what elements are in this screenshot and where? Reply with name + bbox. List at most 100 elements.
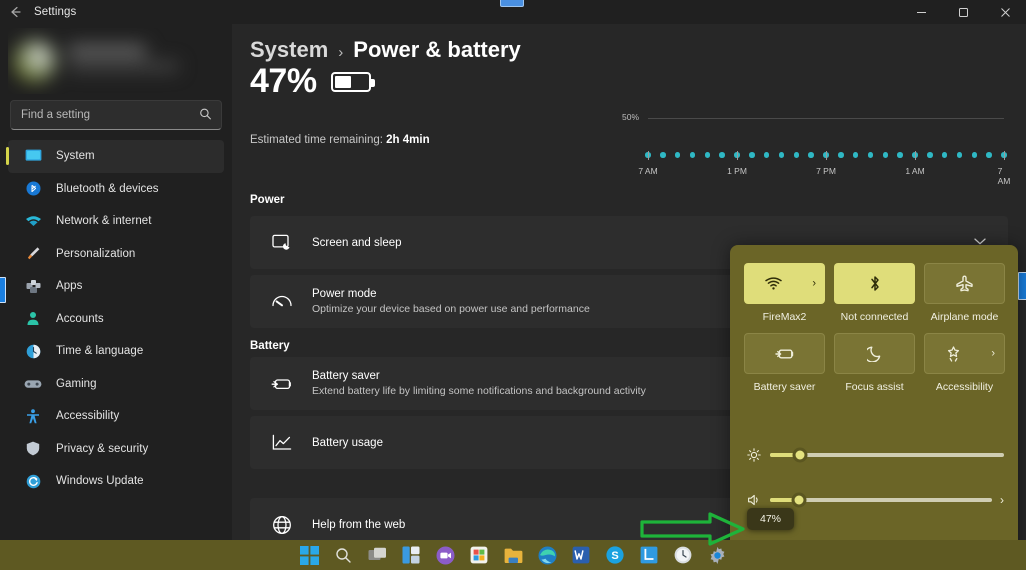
breadcrumb-separator-icon: › (338, 44, 343, 61)
chart-axis-tick (648, 151, 649, 160)
widgets-icon[interactable] (400, 544, 422, 566)
chart-data-point (927, 152, 933, 158)
minimize-button[interactable] (900, 0, 942, 24)
breadcrumb-root[interactable]: System (250, 37, 328, 63)
quick-settings-tile-accessibility[interactable]: › (924, 333, 1005, 374)
close-button[interactable] (984, 0, 1026, 24)
breadcrumb: System › Power & battery (250, 37, 529, 63)
brightness-icon (744, 448, 764, 462)
search-icon[interactable] (332, 544, 354, 566)
globe-icon (270, 513, 294, 537)
maximize-button[interactable] (942, 0, 984, 24)
back-arrow-icon[interactable] (0, 0, 30, 24)
chart-x-tick-label: 7 PM (816, 166, 836, 176)
quick-settings-tile-label: Accessibility (936, 381, 993, 393)
brightness-slider-thumb[interactable] (793, 448, 808, 463)
chart-gridline (648, 118, 1004, 119)
estimated-time-value: 2h 4min (386, 134, 429, 146)
sidebar-item-apps[interactable]: Apps (8, 270, 224, 303)
microsoft-store-icon[interactable] (468, 544, 490, 566)
sidebar-item-personalization[interactable]: Personalization (8, 238, 224, 271)
lenovo-icon[interactable] (638, 544, 660, 566)
quick-settings-tile-label: Focus assist (845, 381, 903, 393)
quick-settings-tile-label: Airplane mode (931, 311, 999, 323)
page-title: Power & battery (353, 37, 521, 63)
sidebar-item-label: Time & language (56, 345, 143, 357)
skype-icon[interactable]: S (604, 544, 626, 566)
sidebar-item-accessibility[interactable]: Accessibility (8, 400, 224, 433)
task-view-icon[interactable] (366, 544, 388, 566)
sidebar-item-label: Windows Update (56, 475, 144, 487)
quick-settings-tile-firemax2[interactable]: › (744, 263, 825, 304)
sidebar-item-time-language[interactable]: Time & language (8, 335, 224, 368)
quick-settings-tile-cell: Airplane mode (924, 263, 1005, 323)
card-subtitle: Optimize your device based on power use … (312, 303, 590, 315)
start-windows-icon[interactable] (298, 544, 320, 566)
bluetooth-icon (869, 275, 881, 292)
sidebar-item-accounts[interactable]: Accounts (8, 303, 224, 336)
gauge-icon (270, 290, 294, 314)
taskbar-icon-list: S (298, 544, 728, 566)
section-title-power: Power (250, 194, 285, 206)
sidebar-item-gaming[interactable]: Gaming (8, 368, 224, 401)
microsoft-edge-icon[interactable] (536, 544, 558, 566)
estimated-time-remaining: Estimated time remaining: 2h 4min (250, 134, 430, 146)
sidebar-item-label: Network & internet (56, 215, 152, 227)
quick-settings-tile-label: Not connected (841, 311, 909, 323)
chart-x-tick-label: 1 PM (727, 166, 747, 176)
chart-data-point (749, 152, 755, 158)
chart-data-point (942, 152, 948, 158)
chart-axis-tick (737, 151, 738, 160)
tile-expand-chevron-icon[interactable]: › (991, 348, 995, 359)
quick-settings-tile-battery-saver[interactable] (744, 333, 825, 374)
chart-data-point (808, 152, 814, 158)
chart-gridline-label: 50% (622, 112, 639, 122)
chart-data-point (675, 152, 681, 158)
battery-percentage-value: 47% (250, 62, 317, 101)
tile-expand-chevron-icon[interactable]: › (812, 278, 816, 289)
clock-app-icon[interactable] (672, 544, 694, 566)
svg-text:S: S (611, 550, 618, 562)
sidebar-item-privacy-security[interactable]: Privacy & security (8, 433, 224, 466)
chart-axis-tick (826, 151, 827, 160)
file-explorer-icon[interactable] (502, 544, 524, 566)
chart-data-point (705, 152, 711, 158)
shield-icon (22, 440, 44, 458)
quick-settings-tile-airplane-mode[interactable] (924, 263, 1005, 304)
card-texts: Battery saver Extend battery life by lim… (312, 370, 646, 397)
sidebar-item-system[interactable]: System (8, 140, 224, 173)
search-icon (199, 108, 212, 123)
sidebar-item-windows-update[interactable]: Windows Update (8, 465, 224, 498)
quick-settings-tile-not-connected[interactable] (834, 263, 915, 304)
card-texts: Battery usage (312, 437, 383, 449)
search-box[interactable] (10, 100, 222, 130)
right-edge-indicator (1018, 272, 1026, 300)
battery-icon (331, 72, 371, 92)
section-title-battery: Battery (250, 340, 290, 352)
sidebar-item-label: Accounts (56, 313, 104, 325)
brightness-slider[interactable] (770, 453, 1004, 457)
sidebar-item-network-internet[interactable]: Network & internet (8, 205, 224, 238)
chat-teams-icon[interactable] (434, 544, 456, 566)
volume-slider[interactable] (770, 498, 992, 502)
left-edge-indicator (0, 277, 6, 303)
chart-line-icon (270, 431, 294, 455)
word-icon[interactable] (570, 544, 592, 566)
sidebar-item-bluetooth-devices[interactable]: Bluetooth & devices (8, 173, 224, 206)
chart-data-point (764, 152, 770, 158)
card-title: Help from the web (312, 519, 405, 531)
chart-axis-tick (915, 151, 916, 160)
user-profile-blurred[interactable] (8, 28, 224, 94)
card-texts: Help from the web (312, 519, 405, 531)
volume-expand-chevron-icon[interactable]: › (1000, 494, 1004, 506)
volume-slider-thumb[interactable] (791, 493, 806, 508)
apps-icon (22, 277, 44, 295)
quick-settings-tile-focus-assist[interactable] (834, 333, 915, 374)
search-input[interactable] (11, 109, 221, 121)
settings-gear-icon[interactable] (706, 544, 728, 566)
card-title: Screen and sleep (312, 237, 402, 249)
display-icon (22, 147, 44, 165)
quick-settings-tile-label: FireMax2 (763, 311, 807, 323)
sidebar-item-label: Privacy & security (56, 443, 148, 455)
sidebar-item-label: Gaming (56, 378, 97, 390)
